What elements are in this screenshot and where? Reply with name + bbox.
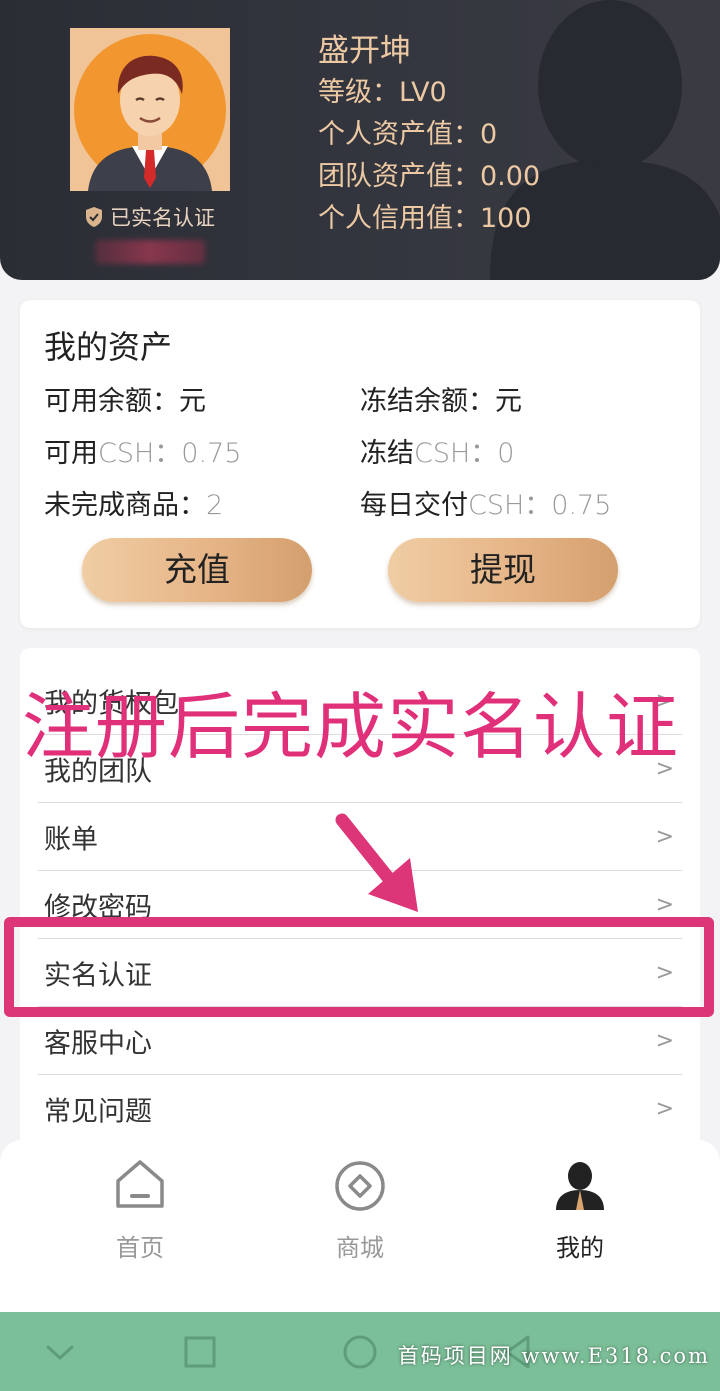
tab-label: 商城 bbox=[336, 1234, 384, 1262]
available-csh: 可用CSH：0.75 bbox=[44, 438, 242, 469]
menu-item-label: 账单 bbox=[44, 824, 98, 855]
verified-label: 已实名认证 bbox=[110, 206, 215, 230]
home-circle-icon[interactable] bbox=[338, 1330, 382, 1374]
profile-header: 已实名认证 盛开坤 等级：LV0 个人资产值：0 团队资产值：0.00 个人信用… bbox=[0, 0, 720, 280]
menu-item-label: 常见问题 bbox=[44, 1096, 152, 1127]
avatar[interactable] bbox=[70, 28, 230, 191]
watermark-text: 首码项目网 www.E318.com bbox=[397, 1344, 710, 1368]
annotation-text: 注册后完成实名认证 bbox=[22, 685, 680, 769]
system-navigation-bar: 首码项目网 www.E318.com bbox=[0, 1312, 720, 1391]
recharge-button[interactable]: 充值 bbox=[82, 538, 312, 602]
shield-check-icon bbox=[86, 207, 102, 227]
goods-row: 未完成商品：2 每日交付CSH：0.75 bbox=[44, 486, 684, 526]
home-icon bbox=[116, 1160, 164, 1208]
chevron-right-icon: > bbox=[655, 824, 674, 849]
profile-info: 盛开坤 等级：LV0 个人资产值：0 团队资产值：0.00 个人信用值：100 bbox=[318, 30, 540, 240]
unfinished-goods: 未完成商品：2 bbox=[44, 490, 224, 521]
user-name: 盛开坤 bbox=[318, 33, 411, 69]
user-icon bbox=[556, 1162, 604, 1210]
withdraw-button[interactable]: 提现 bbox=[388, 538, 618, 602]
tab-home[interactable]: 首页 bbox=[80, 1154, 200, 1263]
csh-row: 可用CSH：0.75 冻结CSH：0 bbox=[44, 434, 684, 474]
recent-apps-icon[interactable] bbox=[178, 1330, 222, 1374]
bottom-tab-bar: 首页 商城 我的 bbox=[0, 1140, 720, 1312]
tab-label: 首页 bbox=[116, 1234, 164, 1262]
menu-item-customer-service[interactable]: 客服中心 > bbox=[38, 1007, 682, 1075]
tab-label: 我的 bbox=[556, 1234, 604, 1262]
verified-badge: 已实名认证 bbox=[84, 202, 215, 232]
annotation-highlight-box bbox=[4, 917, 714, 1017]
tab-mine[interactable]: 我的 bbox=[520, 1154, 640, 1263]
balance-row: 可用余额：元 冻结余额：元 bbox=[44, 382, 684, 422]
chevron-right-icon: > bbox=[655, 1096, 674, 1121]
chevron-right-icon: > bbox=[655, 892, 674, 917]
frozen-balance: 冻结余额：元 bbox=[360, 386, 522, 417]
available-balance: 可用余额：元 bbox=[44, 386, 206, 417]
user-level: 等级：LV0 bbox=[318, 77, 447, 108]
masked-phone-number bbox=[95, 240, 205, 264]
assets-title: 我的资产 bbox=[44, 328, 173, 366]
avatar-illustration bbox=[74, 34, 226, 191]
team-assets: 团队资产值：0.00 bbox=[318, 161, 541, 192]
assets-card: 我的资产 可用余额：元 冻结余额：元 可用CSH：0.75 冻结CSH：0 未完… bbox=[20, 300, 700, 628]
frozen-csh: 冻结CSH：0 bbox=[360, 438, 515, 469]
personal-assets: 个人资产值：0 bbox=[318, 119, 498, 150]
menu-item-faq[interactable]: 常见问题 > bbox=[38, 1075, 682, 1143]
chevron-down-icon[interactable] bbox=[38, 1330, 82, 1374]
shop-icon bbox=[335, 1161, 385, 1211]
tab-shop[interactable]: 商城 bbox=[300, 1154, 420, 1263]
chevron-right-icon: > bbox=[655, 1028, 674, 1053]
daily-delivery: 每日交付CSH：0.75 bbox=[360, 490, 612, 521]
credit-score: 个人信用值：100 bbox=[318, 203, 532, 234]
annotation-arrow-icon bbox=[335, 813, 418, 912]
menu-item-label: 客服中心 bbox=[44, 1028, 152, 1059]
